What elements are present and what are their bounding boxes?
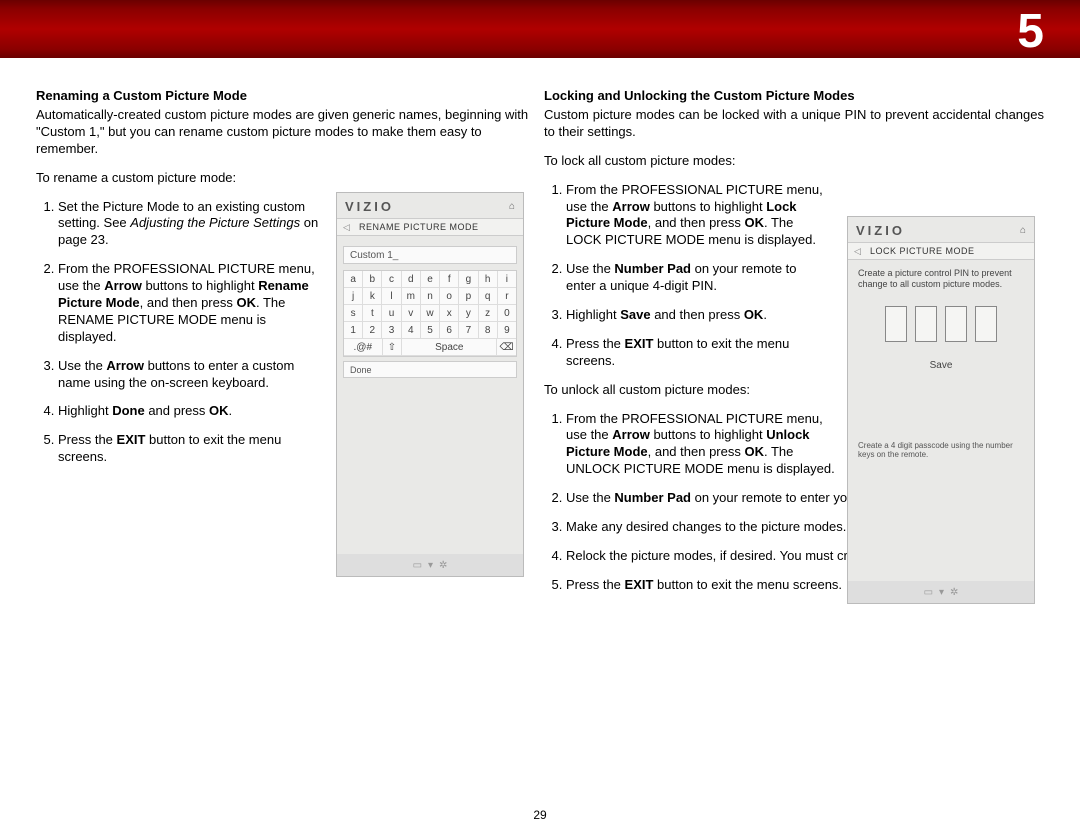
kb-key[interactable]: c — [382, 271, 401, 288]
footer-icon-down[interactable]: ▾ — [939, 587, 944, 598]
kb-row-3: stuvwxyz0 — [344, 305, 516, 322]
lock-intro: Custom picture modes can be locked with … — [544, 107, 1044, 141]
figure-title: RENAME PICTURE MODE — [359, 222, 479, 232]
kb-key[interactable]: p — [459, 288, 478, 305]
pin-helper-text: Create a 4 digit passcode using the numb… — [848, 441, 1034, 460]
figure-footer: ▭ ▾ ✲ — [848, 581, 1034, 603]
kb-key[interactable]: 9 — [498, 322, 516, 339]
kb-key[interactable]: s — [344, 305, 363, 322]
kb-key[interactable]: 4 — [402, 322, 421, 339]
rename-lead: To rename a custom picture mode: — [36, 170, 328, 187]
kb-key[interactable]: 8 — [479, 322, 498, 339]
lock-step-4: Press the EXIT button to exit the menu s… — [566, 336, 824, 370]
kb-key[interactable]: x — [440, 305, 459, 322]
kb-key[interactable]: 5 — [421, 322, 440, 339]
kb-key[interactable]: 0 — [498, 305, 516, 322]
kb-key[interactable]: l — [382, 288, 401, 305]
lock-steps: From the PROFESSIONAL PICTURE menu, use … — [544, 182, 824, 370]
figure-header: VIZIO ⌂ — [848, 217, 1034, 242]
kb-key[interactable]: n — [421, 288, 440, 305]
kb-key[interactable]: 1 — [344, 322, 363, 339]
kb-key[interactable]: g — [459, 271, 478, 288]
lock-step-2: Use the Number Pad on your remote to ent… — [566, 261, 824, 295]
page-number: 29 — [533, 808, 546, 822]
kb-key[interactable]: j — [344, 288, 363, 305]
footer-icon-gear[interactable]: ✲ — [439, 560, 447, 571]
pin-digit-2[interactable] — [915, 306, 937, 342]
lock-step-3: Highlight Save and then press OK. — [566, 307, 824, 324]
kb-key[interactable]: q — [479, 288, 498, 305]
kb-key[interactable]: 2 — [363, 322, 382, 339]
kb-key[interactable]: w — [421, 305, 440, 322]
kb-key[interactable]: k — [363, 288, 382, 305]
figure-title: LOCK PICTURE MODE — [870, 246, 975, 256]
save-button[interactable]: Save — [848, 360, 1034, 371]
kb-key[interactable]: 3 — [382, 322, 401, 339]
kb-key[interactable]: u — [382, 305, 401, 322]
kb-key[interactable]: m — [402, 288, 421, 305]
kb-row-1: abcdefghi — [344, 271, 516, 288]
lock-heading: Locking and Unlocking the Custom Picture… — [544, 88, 1044, 103]
figure-rename: VIZIO ⌂ ◁ RENAME PICTURE MODE Custom 1_ … — [336, 192, 524, 577]
kb-key[interactable]: t — [363, 305, 382, 322]
rename-step-4: Highlight Done and press OK. — [58, 403, 328, 420]
back-icon[interactable]: ◁ — [343, 222, 353, 233]
chapter-number: 5 — [1017, 4, 1044, 59]
vizio-logo: VIZIO — [856, 223, 905, 238]
rename-heading: Renaming a Custom Picture Mode — [36, 88, 536, 103]
kb-key-backspace[interactable]: ⌫ — [497, 339, 516, 356]
kb-row-5: .@# ⇧ Space ⌫ — [344, 339, 516, 356]
kb-key[interactable]: o — [440, 288, 459, 305]
back-icon[interactable]: ◁ — [854, 246, 864, 257]
lock-lead: To lock all custom picture modes: — [544, 153, 824, 170]
footer-icon-screen[interactable]: ▭ — [413, 560, 422, 571]
lock-description: Create a picture control PIN to prevent … — [848, 260, 1034, 298]
rename-steps: Set the Picture Mode to an existing cust… — [36, 199, 328, 467]
kb-key[interactable]: f — [440, 271, 459, 288]
kb-key[interactable]: i — [498, 271, 516, 288]
kb-key[interactable]: e — [421, 271, 440, 288]
figure-titlebar: ◁ RENAME PICTURE MODE — [337, 218, 523, 236]
pin-input[interactable] — [848, 306, 1034, 342]
footer-icon-gear[interactable]: ✲ — [950, 587, 958, 598]
kb-key[interactable]: h — [479, 271, 498, 288]
kb-key[interactable]: 6 — [440, 322, 459, 339]
home-icon[interactable]: ⌂ — [509, 201, 515, 212]
kb-key-shift[interactable]: ⇧ — [383, 339, 403, 356]
kb-key[interactable]: z — [479, 305, 498, 322]
on-screen-keyboard: abcdefghi jklmnopqr stuvwxyz0 123456789 … — [343, 270, 517, 357]
kb-row-4: 123456789 — [344, 322, 516, 339]
footer-icon-down[interactable]: ▾ — [428, 560, 433, 571]
kb-key[interactable]: y — [459, 305, 478, 322]
figure-footer: ▭ ▾ ✲ — [337, 554, 523, 576]
kb-key[interactable]: a — [344, 271, 363, 288]
rename-step-2: From the PROFESSIONAL PICTURE menu, use … — [58, 261, 328, 345]
footer-icon-screen[interactable]: ▭ — [924, 587, 933, 598]
rename-step-1: Set the Picture Mode to an existing cust… — [58, 199, 328, 250]
kb-key-space[interactable]: Space — [402, 339, 497, 356]
kb-key-symbols[interactable]: .@# — [344, 339, 383, 356]
rename-step-5: Press the EXIT button to exit the menu s… — [58, 432, 328, 466]
done-button[interactable]: Done — [343, 361, 517, 378]
home-icon[interactable]: ⌂ — [1020, 225, 1026, 236]
figure-lock: VIZIO ⌂ ◁ LOCK PICTURE MODE Create a pic… — [847, 216, 1035, 604]
rename-intro: Automatically-created custom picture mod… — [36, 107, 536, 158]
rename-step-3: Use the Arrow buttons to enter a custom … — [58, 358, 328, 392]
figure-header: VIZIO ⌂ — [337, 193, 523, 218]
kb-key[interactable]: d — [402, 271, 421, 288]
unlock-step-1: From the PROFESSIONAL PICTURE menu, use … — [566, 411, 846, 479]
lock-step-1: From the PROFESSIONAL PICTURE menu, use … — [566, 182, 824, 250]
kb-key[interactable]: v — [402, 305, 421, 322]
kb-row-2: jklmnopqr — [344, 288, 516, 305]
kb-key[interactable]: 7 — [459, 322, 478, 339]
vizio-logo: VIZIO — [345, 199, 394, 214]
pin-digit-3[interactable] — [945, 306, 967, 342]
chapter-banner: 5 — [0, 0, 1080, 58]
pin-digit-4[interactable] — [975, 306, 997, 342]
kb-key[interactable]: r — [498, 288, 516, 305]
pin-digit-1[interactable] — [885, 306, 907, 342]
name-input[interactable]: Custom 1_ — [343, 246, 517, 264]
figure-titlebar: ◁ LOCK PICTURE MODE — [848, 242, 1034, 260]
kb-key[interactable]: b — [363, 271, 382, 288]
